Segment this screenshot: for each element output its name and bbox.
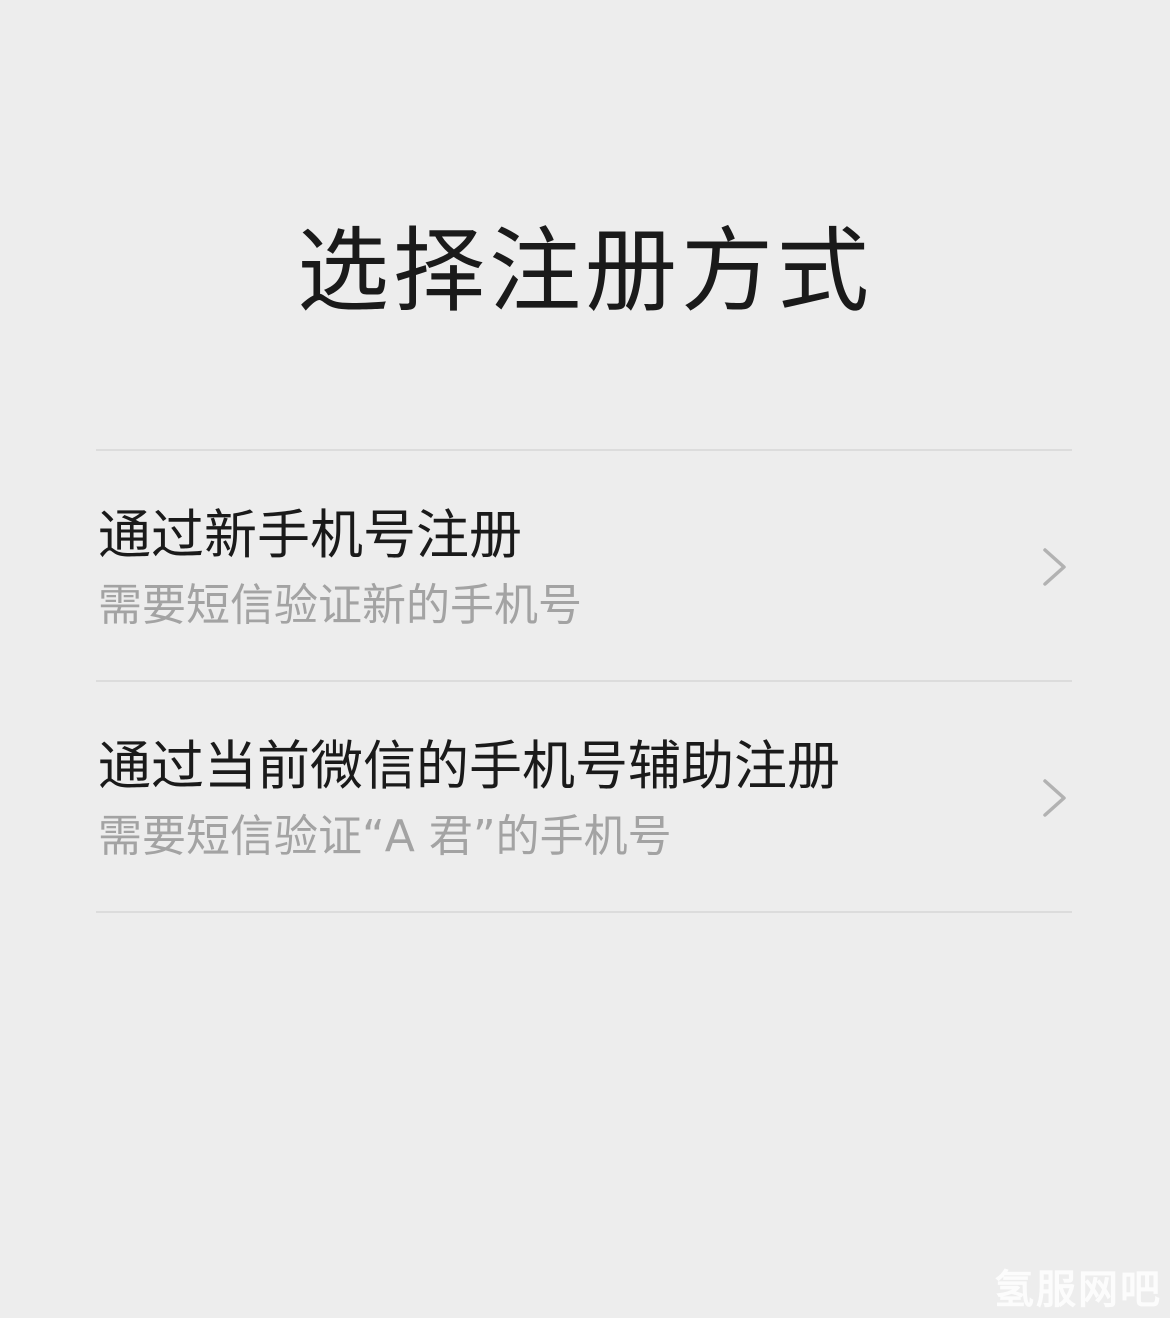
chevron-right-icon xyxy=(1043,548,1066,586)
option-new-phone-register[interactable]: 通过新手机号注册 需要短信验证新的手机号 xyxy=(96,451,1072,680)
divider-bottom xyxy=(96,911,1072,913)
watermark-logo: 氢服网吧 xyxy=(994,1267,1162,1313)
option-title: 通过当前微信的手机号辅助注册 xyxy=(98,736,840,797)
option-assisted-register[interactable]: 通过当前微信的手机号辅助注册 需要短信验证“A 君”的手机号 xyxy=(96,682,1072,911)
option-subtitle: 需要短信验证新的手机号 xyxy=(98,580,582,631)
registration-options: 通过新手机号注册 需要短信验证新的手机号 通过当前微信的手机号辅助注册 需要短信… xyxy=(96,449,1072,913)
chevron-right-icon xyxy=(1043,779,1066,817)
option-subtitle: 需要短信验证“A 君”的手机号 xyxy=(98,811,672,862)
option-title: 通过新手机号注册 xyxy=(98,505,522,566)
page-title: 选择注册方式 xyxy=(296,218,873,325)
